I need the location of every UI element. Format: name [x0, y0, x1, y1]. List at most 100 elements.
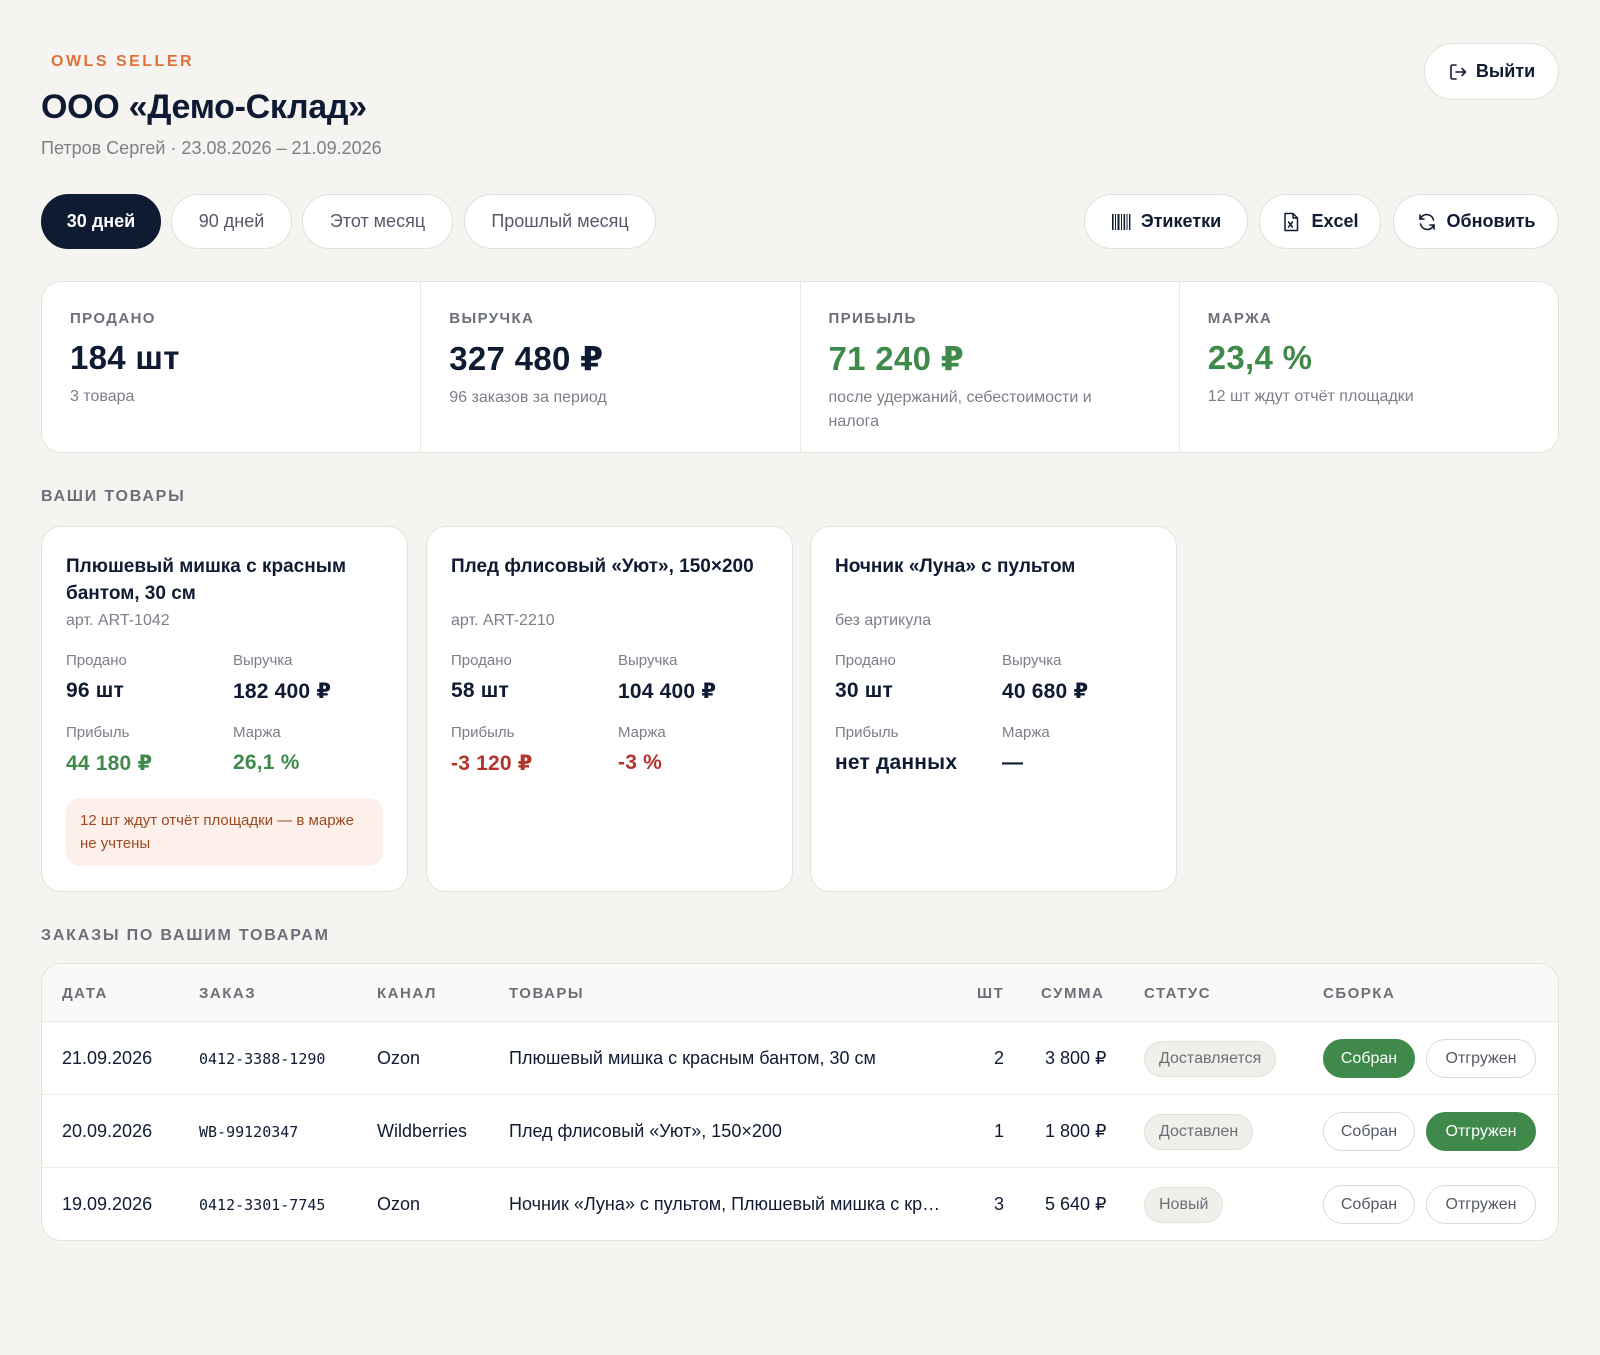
- products-section-title: ВАШИ ТОВАРЫ: [41, 488, 186, 505]
- kpi-note: 96 заказов за период: [449, 389, 607, 406]
- stat-profit: Прибыль нет данных: [835, 724, 1002, 775]
- shipped-button[interactable]: Отгружен: [1426, 1185, 1536, 1224]
- kpi-note: 3 товара: [70, 388, 135, 405]
- kpi-value: 23,4 %: [1207, 339, 1313, 376]
- stat-label: Прибыль: [66, 724, 130, 741]
- stat-value: -3 %: [618, 751, 662, 774]
- stat-margin: Маржа 26,1 %: [233, 724, 383, 776]
- refresh-button[interactable]: Обновить: [1393, 194, 1559, 249]
- kpi-note: после удержаний, себестоимости и налога: [828, 389, 1092, 430]
- order-number: WB-99120347: [199, 1122, 299, 1141]
- col-status: СТАТУС: [1144, 985, 1212, 1002]
- product-stats: Продано 30 шт Выручка 40 680 ₽ Прибыль нет …: [835, 652, 1152, 775]
- col-qty: ШТ: [977, 985, 1005, 1002]
- labels-button[interactable]: Этикетки: [1084, 194, 1248, 249]
- stat-margin: Маржа —: [1002, 724, 1152, 775]
- stat-label: Прибыль: [451, 724, 515, 741]
- excel-button[interactable]: Excel: [1259, 194, 1381, 249]
- stat-revenue: Выручка 104 400 ₽: [618, 652, 768, 704]
- order-qty: 1: [994, 1121, 1005, 1141]
- order-channel: Ozon: [377, 1194, 421, 1214]
- assembled-button[interactable]: Собран: [1323, 1185, 1415, 1224]
- logout-button[interactable]: Выйти: [1424, 43, 1559, 100]
- table-row[interactable]: 19.09.2026 0412-3301-7745 Ozon Ночник «Л…: [42, 1168, 1558, 1240]
- order-number: 0412-3388-1290: [199, 1049, 326, 1068]
- stat-value: 104 400 ₽: [618, 680, 717, 703]
- stat-value: 44 180 ₽: [66, 752, 153, 775]
- stat-profit: Прибыль 44 180 ₽: [66, 724, 233, 776]
- order-date: 20.09.2026: [62, 1121, 153, 1141]
- orders-section-title: ЗАКАЗЫ ПО ВАШИМ ТОВАРАМ: [41, 927, 330, 944]
- order-qty: 2: [994, 1048, 1005, 1068]
- order-channel: Wildberries: [377, 1121, 468, 1141]
- product-card: Ночник «Луна» с пультом без артикула Про…: [810, 526, 1177, 892]
- period-last-month[interactable]: Прошлый месяц: [464, 194, 656, 249]
- product-name: Плед флисовый «Уют», 150×200: [451, 556, 754, 577]
- stat-margin: Маржа -3 %: [618, 724, 768, 776]
- stat-label: Выручка: [233, 652, 293, 669]
- stat-sold: Продано 96 шт: [66, 652, 233, 704]
- stat-value: 40 680 ₽: [1002, 680, 1089, 703]
- page-subtitle: Петров Сергей · 23.08.2026 – 21.09.2026: [41, 138, 382, 158]
- brand-label: OWLS SELLER: [51, 53, 195, 70]
- refresh-icon: [1417, 212, 1437, 232]
- shipped-button[interactable]: Отгружен: [1426, 1039, 1536, 1078]
- order-sum: 3 800 ₽: [1045, 1048, 1107, 1068]
- excel-button-label: Excel: [1311, 211, 1359, 231]
- barcode-icon: [1111, 212, 1131, 232]
- period-30-days[interactable]: 30 дней: [41, 194, 161, 249]
- page-title: ООО «Демо-Склад»: [41, 88, 367, 126]
- product-name: Плюшевый мишка с красным бантом, 30 см: [66, 556, 346, 604]
- stat-revenue: Выручка 40 680 ₽: [1002, 652, 1152, 704]
- margin-warning: 12 шт ждут отчёт площадки — в марже не у…: [66, 798, 383, 866]
- product-stats: Продано 58 шт Выручка 104 400 ₽ Прибыль -3 …: [451, 652, 768, 776]
- stat-label: Маржа: [618, 724, 666, 741]
- kpi-note: 12 шт ждут отчёт площадки: [1207, 388, 1414, 405]
- refresh-button-label: Обновить: [1446, 211, 1536, 231]
- stat-value: 26,1 %: [233, 751, 300, 774]
- table-header: ДАТА ЗАКАЗ КАНАЛ ТОВАРЫ ШТ СУММА СТАТУС …: [42, 964, 1558, 1022]
- orders-table: ДАТА ЗАКАЗ КАНАЛ ТОВАРЫ ШТ СУММА СТАТУС …: [41, 963, 1559, 1241]
- product-stats: Продано 96 шт Выручка 182 400 ₽ Прибыль 44 …: [66, 652, 383, 776]
- assembled-button[interactable]: Собран: [1323, 1039, 1415, 1078]
- stat-value: —: [1002, 751, 1024, 774]
- kpi-label: ПРОДАНО: [70, 310, 156, 327]
- order-date: 21.09.2026: [62, 1048, 153, 1068]
- stat-value: 58 шт: [451, 679, 509, 702]
- stat-revenue: Выручка 182 400 ₽: [233, 652, 383, 704]
- col-channel: КАНАЛ: [377, 985, 437, 1002]
- kpi-revenue: ВЫРУЧКА 327 480 ₽ 96 заказов за период: [421, 282, 801, 452]
- labels-button-label: Этикетки: [1140, 211, 1222, 231]
- kpi-label: МАРЖА: [1207, 310, 1273, 327]
- period-this-month[interactable]: Этот месяц: [302, 194, 453, 249]
- kpi-profit: ПРИБЫЛЬ 71 240 ₽ после удержаний, себест…: [801, 282, 1180, 452]
- kpi-sold: ПРОДАНО 184 шт 3 товара: [42, 282, 422, 452]
- period-90-days[interactable]: 90 дней: [171, 194, 292, 249]
- stat-sold: Продано 58 шт: [451, 652, 618, 704]
- product-card: Плед флисовый «Уют», 150×200 арт. ART-22…: [426, 526, 793, 892]
- stat-value: 182 400 ₽: [233, 680, 332, 703]
- col-goods: ТОВАРЫ: [509, 985, 585, 1002]
- order-sum: 5 640 ₽: [1045, 1194, 1107, 1214]
- col-date: ДАТА: [62, 985, 108, 1002]
- product-article: арт. ART-2210: [451, 612, 555, 629]
- assembled-button[interactable]: Собран: [1323, 1112, 1415, 1151]
- order-goods: Ночник «Луна» с пультом, Плюшевый мишка …: [509, 1194, 944, 1214]
- table-row[interactable]: 21.09.2026 0412-3388-1290 Ozon Плюшевый …: [42, 1022, 1558, 1095]
- order-goods: Плед флисовый «Уют», 150×200: [509, 1121, 782, 1141]
- stat-label: Продано: [835, 652, 896, 669]
- excel-file-icon: [1281, 212, 1301, 232]
- kpi-value: 184 шт: [70, 339, 180, 376]
- table-row[interactable]: 20.09.2026 WB-99120347 Wildberries Плед …: [42, 1095, 1558, 1168]
- stat-value: 96 шт: [66, 679, 124, 702]
- status-badge: Доставлен: [1144, 1113, 1254, 1150]
- status-badge: Новый: [1144, 1186, 1224, 1223]
- order-sum: 1 800 ₽: [1045, 1121, 1107, 1141]
- logout-label: Выйти: [1475, 61, 1536, 81]
- order-goods: Плюшевый мишка с красным бантом, 30 см: [509, 1048, 876, 1068]
- logout-icon: [1448, 62, 1468, 82]
- kpi-margin: МАРЖА 23,4 % 12 шт ждут отчёт площадки: [1180, 282, 1558, 452]
- kpi-summary: ПРОДАНО 184 шт 3 товара ВЫРУЧКА 327 480 …: [41, 281, 1559, 453]
- shipped-button[interactable]: Отгружен: [1426, 1112, 1536, 1151]
- order-date: 19.09.2026: [62, 1194, 153, 1214]
